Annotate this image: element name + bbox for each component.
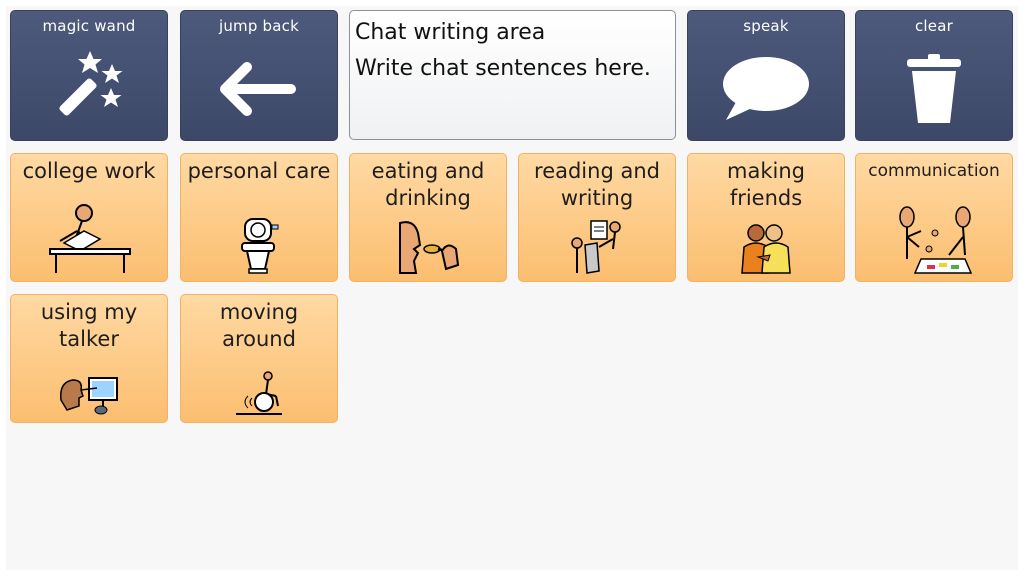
- speak-button[interactable]: speak: [687, 10, 845, 141]
- toilet-icon: [181, 203, 337, 275]
- jump-back-button[interactable]: jump back: [180, 10, 338, 141]
- category-reading-and-writing[interactable]: reading and writing: [518, 153, 676, 282]
- chat-title: Chat writing area: [355, 20, 546, 45]
- arrow-left-icon: [181, 45, 337, 133]
- category-communication[interactable]: communication: [855, 153, 1013, 282]
- eating-icon: [350, 203, 506, 275]
- speak-label: speak: [743, 17, 789, 35]
- reading-icon: [519, 203, 675, 275]
- chat-placeholder: Write chat sentences here.: [355, 56, 651, 81]
- jump-back-label: jump back: [218, 17, 300, 35]
- magic-wand-icon: [11, 45, 167, 133]
- category-college-work[interactable]: college work: [10, 153, 168, 282]
- friends-icon: [688, 203, 844, 275]
- category-using-my-talker[interactable]: using my talker: [10, 294, 168, 423]
- category-making-friends[interactable]: making friends: [687, 153, 845, 282]
- communication-board-icon: [856, 203, 1012, 275]
- clear-label: clear: [914, 17, 953, 35]
- wheelchair-icon: [181, 344, 337, 416]
- category-label: personal care: [187, 159, 331, 183]
- speech-bubble-icon: [688, 45, 844, 133]
- desk-study-icon: [11, 203, 167, 275]
- trash-bin-icon: [856, 45, 1012, 133]
- category-eating-and-drinking[interactable]: eating and drinking: [349, 153, 507, 282]
- category-label: communication: [868, 161, 1000, 181]
- category-moving-around[interactable]: moving around: [180, 294, 338, 423]
- talker-device-icon: [11, 344, 167, 416]
- category-personal-care[interactable]: personal care: [180, 153, 338, 282]
- chat-writing-area[interactable]: Chat writing area Write chat sentences h…: [349, 10, 676, 140]
- category-label: college work: [22, 159, 156, 183]
- clear-button[interactable]: clear: [855, 10, 1013, 141]
- magic-wand-label: magic wand: [42, 17, 136, 35]
- magic-wand-button[interactable]: magic wand: [10, 10, 168, 141]
